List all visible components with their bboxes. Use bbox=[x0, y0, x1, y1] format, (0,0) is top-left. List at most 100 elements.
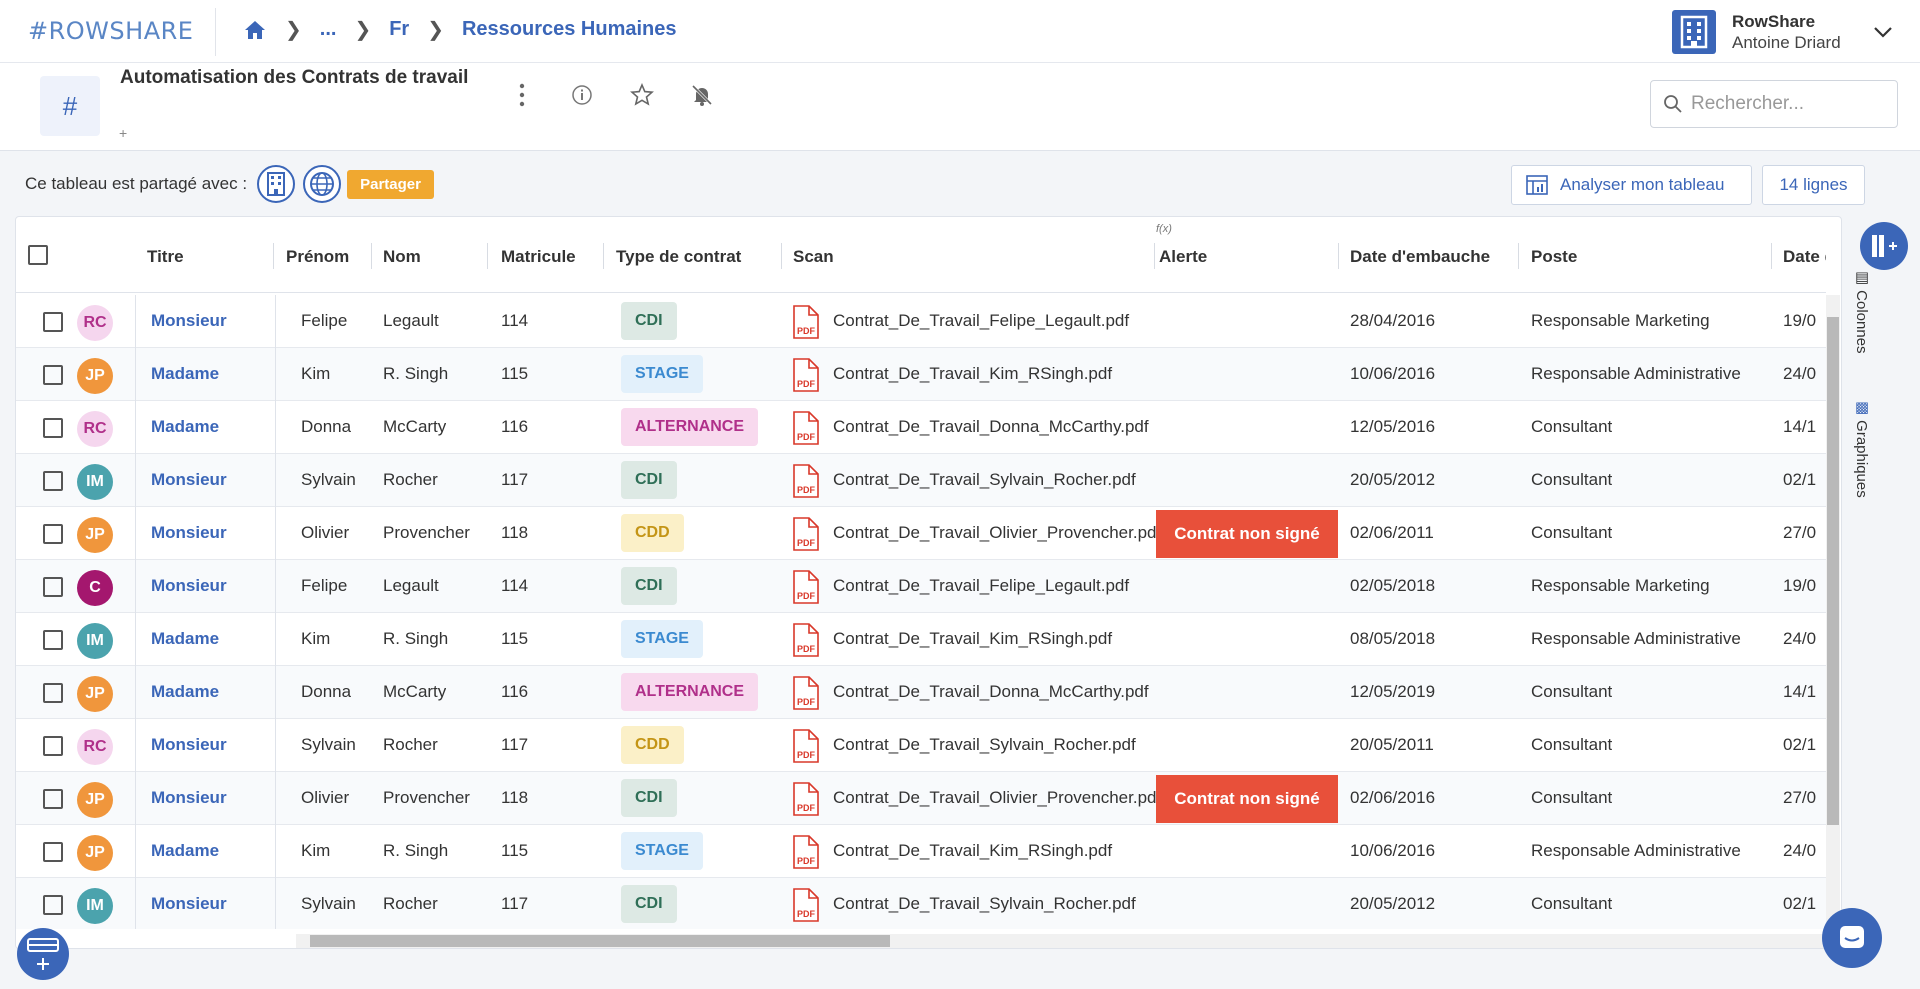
row-checkbox[interactable] bbox=[43, 736, 63, 756]
contract-type-tag[interactable]: STAGE bbox=[621, 355, 703, 393]
side-panel-toggle-button[interactable] bbox=[1860, 222, 1908, 270]
table-row[interactable]: IM Madame Kim R. Singh 115 STAGE PDF Con… bbox=[16, 613, 1826, 666]
bell-off-icon[interactable] bbox=[688, 81, 716, 109]
cell-matricule[interactable]: 116 bbox=[501, 417, 528, 437]
cell-matricule[interactable]: 118 bbox=[501, 788, 528, 808]
charts-panel-tab[interactable]: ▩ Graphiques bbox=[1852, 398, 1870, 498]
cell-titre[interactable]: Madame bbox=[151, 417, 219, 437]
cell-date-embauche[interactable]: 08/05/2018 bbox=[1350, 629, 1435, 649]
cell-matricule[interactable]: 118 bbox=[501, 523, 528, 543]
col-header-scan[interactable]: Scan bbox=[793, 247, 834, 267]
avatar[interactable]: JP bbox=[77, 358, 113, 394]
cell-prenom[interactable]: Olivier bbox=[301, 523, 349, 543]
col-header-type-contrat[interactable]: Type de contrat bbox=[616, 247, 741, 267]
contract-type-tag[interactable]: CDI bbox=[621, 567, 677, 605]
cell-matricule[interactable]: 115 bbox=[501, 629, 528, 649]
pdf-file-icon[interactable]: PDF bbox=[791, 570, 821, 604]
add-row-button[interactable] bbox=[17, 928, 69, 980]
row-checkbox[interactable] bbox=[43, 524, 63, 544]
cell-date-de[interactable]: 02/1 bbox=[1783, 894, 1816, 914]
avatar[interactable]: JP bbox=[77, 517, 113, 553]
cell-prenom[interactable]: Felipe bbox=[301, 576, 347, 596]
cell-date-de[interactable]: 27/0 bbox=[1783, 788, 1816, 808]
contract-type-tag[interactable]: ALTERNANCE bbox=[621, 673, 759, 711]
breadcrumb-fr[interactable]: Fr bbox=[389, 18, 409, 41]
avatar[interactable]: JP bbox=[77, 782, 113, 818]
cell-nom[interactable]: Provencher bbox=[383, 788, 470, 808]
cell-date-embauche[interactable]: 02/05/2018 bbox=[1350, 576, 1435, 596]
avatar[interactable]: RC bbox=[77, 411, 113, 447]
col-header-titre[interactable]: Titre bbox=[147, 247, 184, 267]
cell-scan-filename[interactable]: Contrat_De_Travail_Donna_McCarthy.pdf bbox=[833, 417, 1163, 437]
cell-scan-filename[interactable]: Contrat_De_Travail_Felipe_Legault.pdf bbox=[833, 311, 1163, 331]
cell-scan-filename[interactable]: Contrat_De_Travail_Sylvain_Rocher.pdf bbox=[833, 894, 1163, 914]
globe-icon[interactable] bbox=[303, 165, 342, 203]
sheet-title[interactable]: Automatisation des Contrats de travail bbox=[120, 67, 468, 89]
add-description-button[interactable]: + bbox=[119, 125, 127, 141]
cell-scan-filename[interactable]: Contrat_De_Travail_Sylvain_Rocher.pdf bbox=[833, 735, 1163, 755]
pdf-file-icon[interactable]: PDF bbox=[791, 358, 821, 392]
cell-date-de[interactable]: 24/0 bbox=[1783, 364, 1816, 384]
pdf-file-icon[interactable]: PDF bbox=[791, 623, 821, 657]
info-icon[interactable] bbox=[568, 81, 596, 109]
cell-date-embauche[interactable]: 28/04/2016 bbox=[1350, 311, 1435, 331]
cell-titre[interactable]: Monsieur bbox=[151, 576, 227, 596]
row-checkbox[interactable] bbox=[43, 471, 63, 491]
col-header-prenom[interactable]: Prénom bbox=[286, 247, 349, 267]
cell-date-de[interactable]: 14/1 bbox=[1783, 417, 1816, 437]
vertical-scrollbar[interactable] bbox=[1826, 295, 1840, 929]
contract-type-tag[interactable]: ALTERNANCE bbox=[621, 408, 759, 446]
cell-poste[interactable]: Consultant bbox=[1531, 735, 1612, 755]
col-header-poste[interactable]: Poste bbox=[1531, 247, 1577, 267]
analyse-button[interactable]: Analyser mon tableau bbox=[1511, 165, 1752, 205]
cell-prenom[interactable]: Sylvain bbox=[301, 470, 356, 490]
cell-nom[interactable]: McCarty bbox=[383, 682, 446, 702]
cell-poste[interactable]: Consultant bbox=[1531, 523, 1612, 543]
more-options-icon[interactable] bbox=[508, 81, 536, 109]
cell-prenom[interactable]: Olivier bbox=[301, 788, 349, 808]
cell-nom[interactable]: R. Singh bbox=[383, 629, 448, 649]
cell-scan-filename[interactable]: Contrat_De_Travail_Olivier_Provencher.pd… bbox=[833, 788, 1163, 808]
cell-prenom[interactable]: Kim bbox=[301, 629, 330, 649]
table-row[interactable]: C Monsieur Felipe Legault 114 CDI PDF Co… bbox=[16, 560, 1826, 613]
avatar[interactable]: IM bbox=[77, 623, 113, 659]
cell-poste[interactable]: Consultant bbox=[1531, 417, 1612, 437]
horizontal-scrollbar[interactable] bbox=[296, 934, 1826, 948]
cell-date-embauche[interactable]: 20/05/2011 bbox=[1350, 735, 1434, 755]
cell-matricule[interactable]: 115 bbox=[501, 841, 528, 861]
cell-date-de[interactable]: 19/0 bbox=[1783, 311, 1816, 331]
cell-titre[interactable]: Monsieur bbox=[151, 735, 227, 755]
cell-nom[interactable]: Legault bbox=[383, 311, 439, 331]
row-checkbox[interactable] bbox=[43, 365, 63, 385]
avatar[interactable]: IM bbox=[77, 888, 113, 924]
table-row[interactable]: JP Monsieur Olivier Provencher 118 CDD P… bbox=[16, 507, 1826, 560]
pdf-file-icon[interactable]: PDF bbox=[791, 835, 821, 869]
row-checkbox[interactable] bbox=[43, 683, 63, 703]
cell-poste[interactable]: Consultant bbox=[1531, 894, 1612, 914]
cell-matricule[interactable]: 115 bbox=[501, 364, 528, 384]
columns-panel-tab[interactable]: ▤ Colonnes bbox=[1852, 268, 1870, 354]
cell-date-embauche[interactable]: 12/05/2016 bbox=[1350, 417, 1435, 437]
cell-nom[interactable]: Legault bbox=[383, 576, 439, 596]
cell-poste[interactable]: Responsable Marketing bbox=[1531, 311, 1710, 331]
avatar[interactable]: RC bbox=[77, 729, 113, 765]
cell-poste[interactable]: Responsable Marketing bbox=[1531, 576, 1710, 596]
cell-nom[interactable]: Rocher bbox=[383, 735, 438, 755]
pdf-file-icon[interactable]: PDF bbox=[791, 888, 821, 922]
cell-titre[interactable]: Monsieur bbox=[151, 470, 227, 490]
cell-date-embauche[interactable]: 02/06/2011 bbox=[1350, 523, 1434, 543]
cell-nom[interactable]: McCarty bbox=[383, 417, 446, 437]
cell-prenom[interactable]: Donna bbox=[301, 417, 351, 437]
pdf-file-icon[interactable]: PDF bbox=[791, 305, 821, 339]
cell-titre[interactable]: Madame bbox=[151, 682, 219, 702]
pdf-file-icon[interactable]: PDF bbox=[791, 729, 821, 763]
contract-type-tag[interactable]: CDD bbox=[621, 726, 684, 764]
cell-scan-filename[interactable]: Contrat_De_Travail_Olivier_Provencher.pd… bbox=[833, 523, 1163, 543]
cell-scan-filename[interactable]: Contrat_De_Travail_Donna_McCarthy.pdf bbox=[833, 682, 1163, 702]
contract-type-tag[interactable]: CDI bbox=[621, 885, 677, 923]
cell-matricule[interactable]: 114 bbox=[501, 311, 528, 331]
cell-matricule[interactable]: 117 bbox=[501, 894, 528, 914]
row-count-button[interactable]: 14 lignes bbox=[1762, 165, 1865, 205]
cell-date-de[interactable]: 24/0 bbox=[1783, 841, 1816, 861]
pdf-file-icon[interactable]: PDF bbox=[791, 464, 821, 498]
